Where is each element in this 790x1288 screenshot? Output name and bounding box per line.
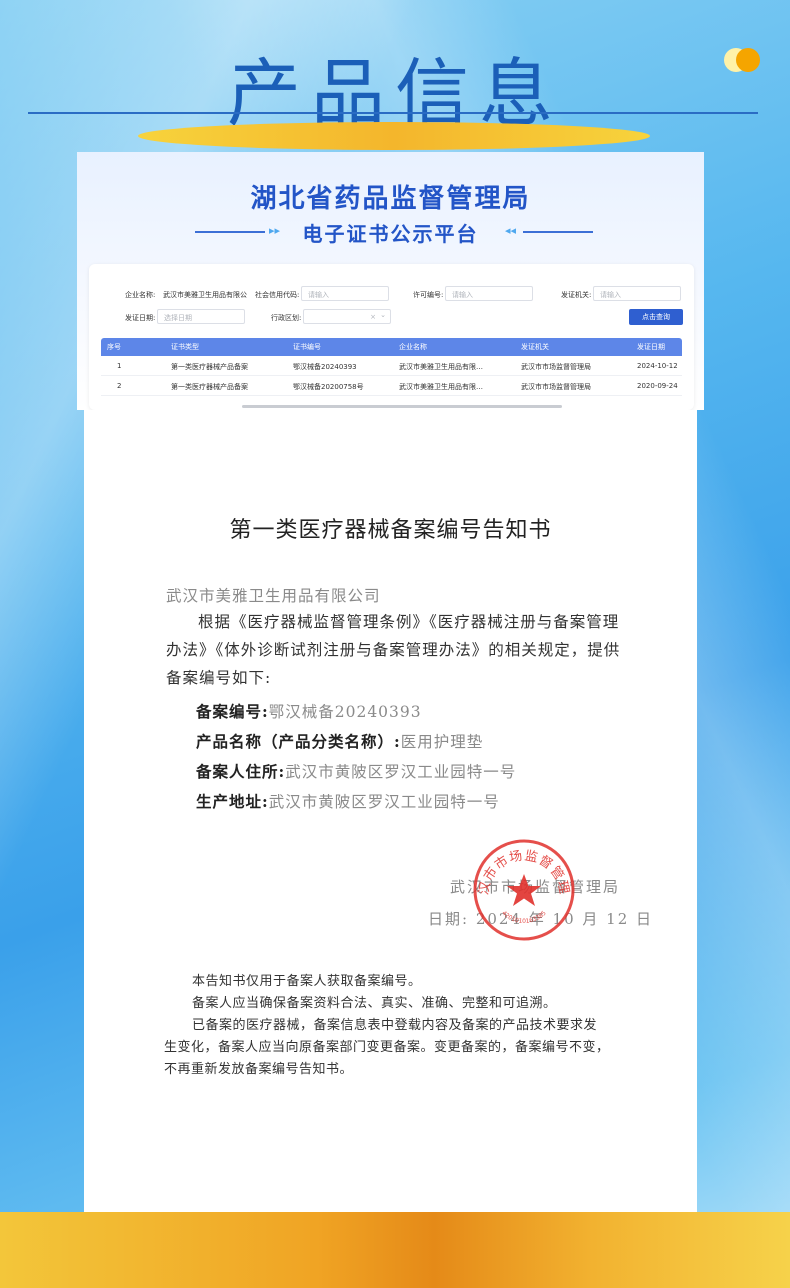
company-label: 企业名称: [125,291,156,299]
cell-cert-type: 第一类医疗器械产品备案 [171,383,248,391]
cell-authority: 武汉市市场监督管理局 [521,363,591,371]
title-underline [28,112,758,114]
table-row[interactable]: 1 第一类医疗器械产品备案 鄂汉械备20240393 武汉市美雅卫生用品有限… … [101,356,682,376]
table-header: 序号 证书类型 证书编号 企业名称 发证机关 发证日期 [101,338,682,356]
divider-right [523,231,593,233]
cell-authority: 武汉市市场监督管理局 [521,383,591,391]
authority-label: 发证机关: [561,291,592,299]
notice-recipient: 武汉市美雅卫生用品有限公司 [166,587,381,605]
field-key: 备案编号: [196,702,269,721]
company-field[interactable]: 武汉市美雅卫生用品有限公 [163,290,247,300]
field-key: 生产地址: [196,792,269,811]
date-picker[interactable]: 选择日期 [157,309,245,324]
decor-dot-orange-icon [736,48,760,72]
cell-index: 2 [117,382,122,390]
notice-body-line: 办法》《体外诊断试剂注册与备案管理办法》的相关规定，提供 [166,641,621,659]
notice-footer-line: 不再重新发放备案编号告知书。 [164,1062,354,1077]
credit-code-label: 社会信用代码: [255,291,300,299]
col-index: 序号 [107,343,121,351]
cell-cert-type: 第一类医疗器械产品备案 [171,363,248,371]
cell-company: 武汉市美雅卫生用品有限… [399,383,483,391]
cell-date: 2020-09-24 [637,382,678,390]
field-value: 医用护理垫 [400,733,484,751]
search-panel: 企业名称: 武汉市美雅卫生用品有限公 社会信用代码: 请输入 许可编号: 请输入… [89,264,694,410]
cell-index: 1 [117,362,122,370]
registrant-address-row: 备案人住所:武汉市黄陂区罗汉工业园特一号 [196,760,516,782]
portal-subtitle: 电子证书公示平台 [302,222,479,246]
col-authority: 发证机关 [521,343,549,351]
official-seal-icon: 武汉市市场监督管理局 4201010163385 [472,838,575,941]
svg-text:4201010163385: 4201010163385 [500,910,547,925]
license-input[interactable]: 请输入 [445,286,533,301]
horizontal-scrollbar[interactable] [242,405,562,408]
field-key: 产品名称（产品分类名称）: [196,732,401,751]
certificate-portal: 湖北省药品监督管理局 ▸▸ 电子证书公示平台 ◂◂ 企业名称: 武汉市美雅卫生用… [77,152,704,410]
license-label: 许可编号: [413,291,444,299]
notice-footer-line: 本告知书仅用于备案人获取备案编号。 [192,974,422,989]
cell-cert-number[interactable]: 鄂汉械备20240393 [293,362,357,372]
production-address-row: 生产地址:武汉市黄陂区罗汉工业园特一号 [196,790,500,812]
region-select[interactable]: × ⌄ [303,309,391,324]
notice-footer-line: 备案人应当确保备案资料合法、真实、准确、完整和可追溯。 [192,996,557,1011]
product-name-row: 产品名称（产品分类名称）:医用护理垫 [196,730,483,752]
title-gold-ellipse [138,122,650,150]
portal-title: 湖北省药品监督管理局 [250,184,531,214]
credit-code-input[interactable]: 请输入 [301,286,389,301]
date-label: 发证日期: [125,314,156,322]
table-row[interactable]: 2 第一类医疗器械产品备案 鄂汉械备20200758号 武汉市美雅卫生用品有限…… [101,376,682,396]
field-value: 鄂汉械备20240393 [268,703,422,721]
notice-footer-line: 已备案的医疗器械，备案信息表中登载内容及备案的产品技术要求发 [192,1018,598,1033]
filing-number-row: 备案编号:鄂汉械备20240393 [196,700,422,722]
notice-footer-line: 生变化，备案人应当向原备案部门变更备案。变更备案的，备案编号不变， [164,1040,610,1055]
chevron-down-icon[interactable]: ⌄ [380,311,386,319]
cell-company: 武汉市美雅卫生用品有限… [399,363,483,371]
cell-date: 2024-10-12 [637,362,678,370]
chevron-left-icon: ◂◂ [505,224,517,237]
notice-title: 第一类医疗器械备案编号告知书 [229,518,552,543]
notice-body-line: 备案编号如下: [166,669,272,687]
bottom-gold-band [0,1212,790,1288]
cell-cert-number[interactable]: 鄂汉械备20200758号 [293,382,364,392]
field-value: 武汉市黄陂区罗汉工业园特一号 [285,763,517,781]
field-key: 备案人住所: [196,762,286,781]
col-cert-type: 证书类型 [171,343,199,351]
col-date: 发证日期 [637,343,665,351]
col-company: 企业名称 [399,343,427,351]
authority-input[interactable]: 请输入 [593,286,681,301]
clear-icon[interactable]: × [370,313,376,321]
field-value: 武汉市黄陂区罗汉工业园特一号 [268,793,500,811]
filing-notice-document: 第一类医疗器械备案编号告知书 武汉市美雅卫生用品有限公司 根据《医疗器械监督管理… [84,410,697,1212]
notice-body-line: 根据《医疗器械监督管理条例》《医疗器械注册与备案管理 [198,613,620,631]
region-label: 行政区划: [271,314,302,322]
search-button[interactable]: 点击查询 [629,309,683,325]
col-cert-number: 证书编号 [293,343,321,351]
seal-code: 4201010163385 [500,910,547,925]
